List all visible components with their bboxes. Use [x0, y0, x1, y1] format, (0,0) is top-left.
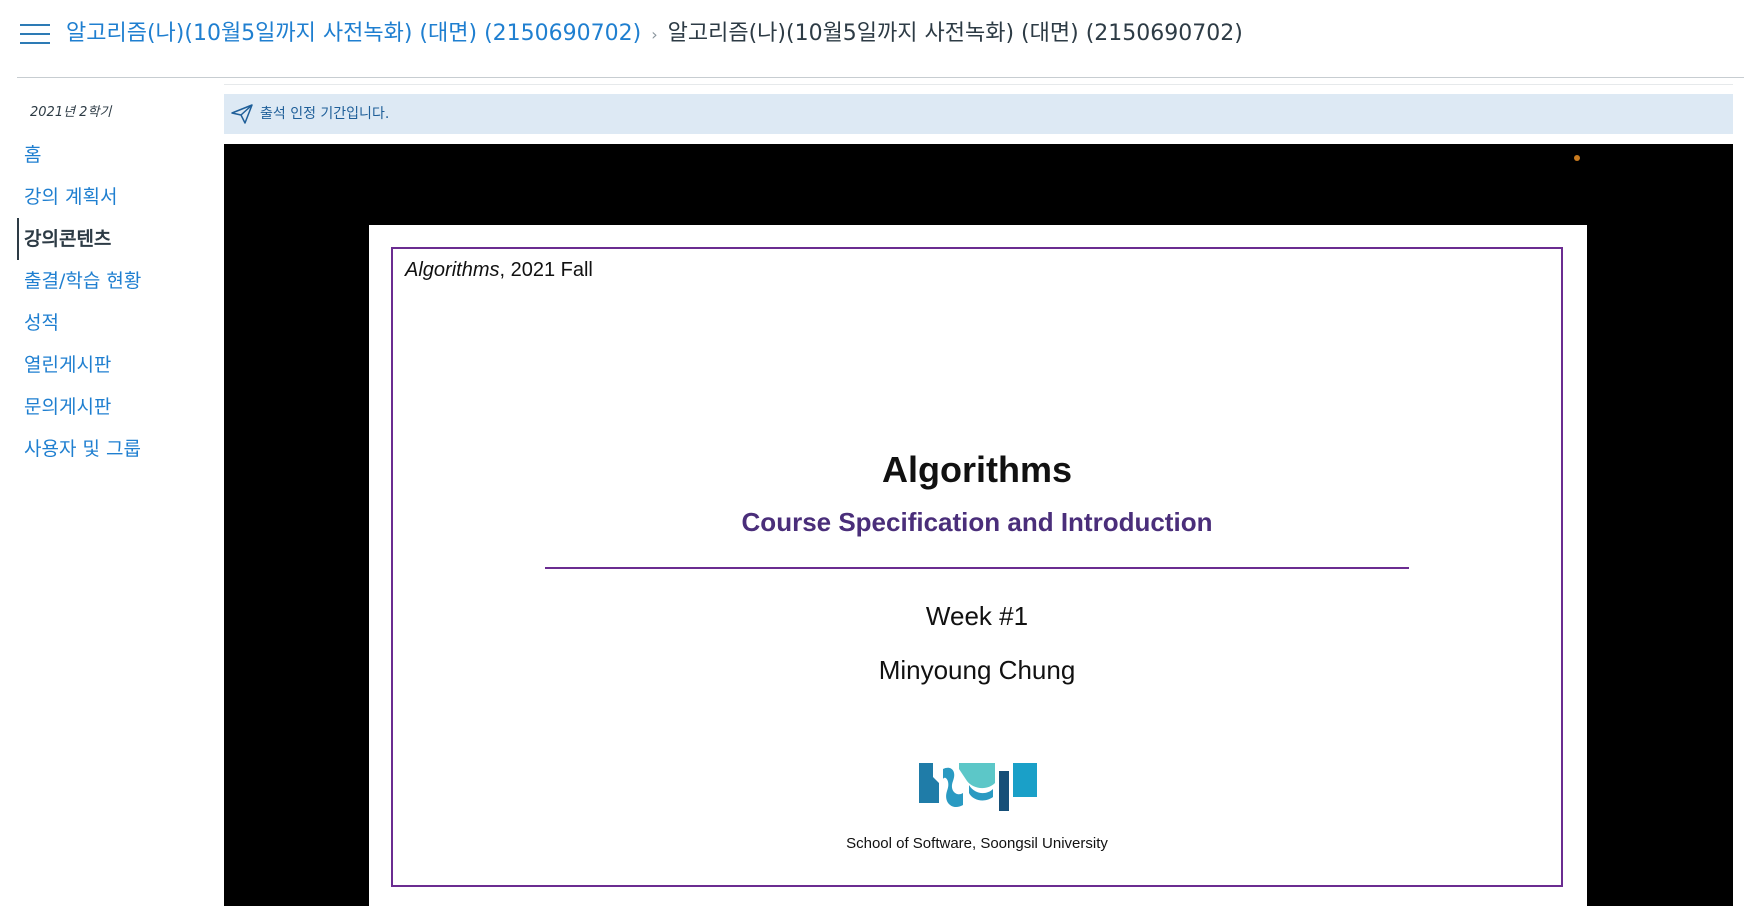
paper-plane-icon: [231, 104, 253, 124]
slide-course-term: , 2021 Fall: [499, 259, 593, 281]
breadcrumb: 알고리즘(나)(10월5일까지 사전녹화) (대면) (2150690702) ›…: [66, 18, 1243, 51]
slide-course-name: Algorithms: [405, 259, 500, 281]
slide-subtitle: Course Specification and Introduction: [741, 507, 1213, 537]
slide-frame: Algorithms, 2021 Fall Algorithms Course …: [391, 247, 1563, 887]
slide-school: School of Software, Soongsil University: [846, 835, 1108, 852]
notice-text: 출석 인정 기간입니다.: [260, 106, 390, 122]
slide-course-label: Algorithms, 2021 Fall: [405, 259, 593, 282]
video-player[interactable]: Algorithms, 2021 Fall Algorithms Course …: [224, 144, 1733, 906]
sidebar-item-grades[interactable]: 성적: [17, 302, 207, 344]
breadcrumb-separator-icon: ›: [651, 25, 658, 44]
sidebar-item-syllabus[interactable]: 강의 계획서: [17, 176, 207, 218]
slide-title: Algorithms: [881, 449, 1072, 490]
top-header: 알고리즘(나)(10월5일까지 사전녹화) (대면) (2150690702) ›…: [17, 0, 1744, 78]
attendance-notice-banner: 출석 인정 기간입니다.: [224, 94, 1733, 134]
ssu-logo: [919, 763, 1037, 811]
recording-indicator-icon: [1574, 155, 1580, 161]
breadcrumb-course-link[interactable]: 알고리즘(나)(10월5일까지 사전녹화) (대면) (2150690702): [66, 21, 641, 46]
sidebar-item-open-board[interactable]: 열린게시판: [17, 344, 207, 386]
slide-author: Minyoung Chung: [878, 655, 1076, 685]
term-label: 2021년 2학기: [30, 105, 112, 120]
divider: [224, 84, 1733, 85]
hamburger-menu-icon[interactable]: [20, 22, 50, 46]
sidebar-item-users-groups[interactable]: 사용자 및 그룹: [17, 428, 207, 470]
slide-week: Week #1: [925, 601, 1029, 631]
sidebar-item-attendance[interactable]: 출결/학습 현황: [17, 260, 207, 302]
course-sidebar: 2021년 2학기 홈 강의 계획서 강의콘텐츠 출결/학습 현황 성적 열린게…: [17, 96, 207, 470]
sidebar-item-home[interactable]: 홈: [17, 134, 207, 176]
sidebar-item-qna-board[interactable]: 문의게시판: [17, 386, 207, 428]
sidebar-item-lecture-contents[interactable]: 강의콘텐츠: [17, 218, 207, 260]
slide-divider: [545, 567, 1409, 569]
breadcrumb-current-page: 알고리즘(나)(10월5일까지 사전녹화) (대면) (2150690702): [667, 21, 1243, 46]
lecture-slide: Algorithms, 2021 Fall Algorithms Course …: [369, 225, 1587, 906]
